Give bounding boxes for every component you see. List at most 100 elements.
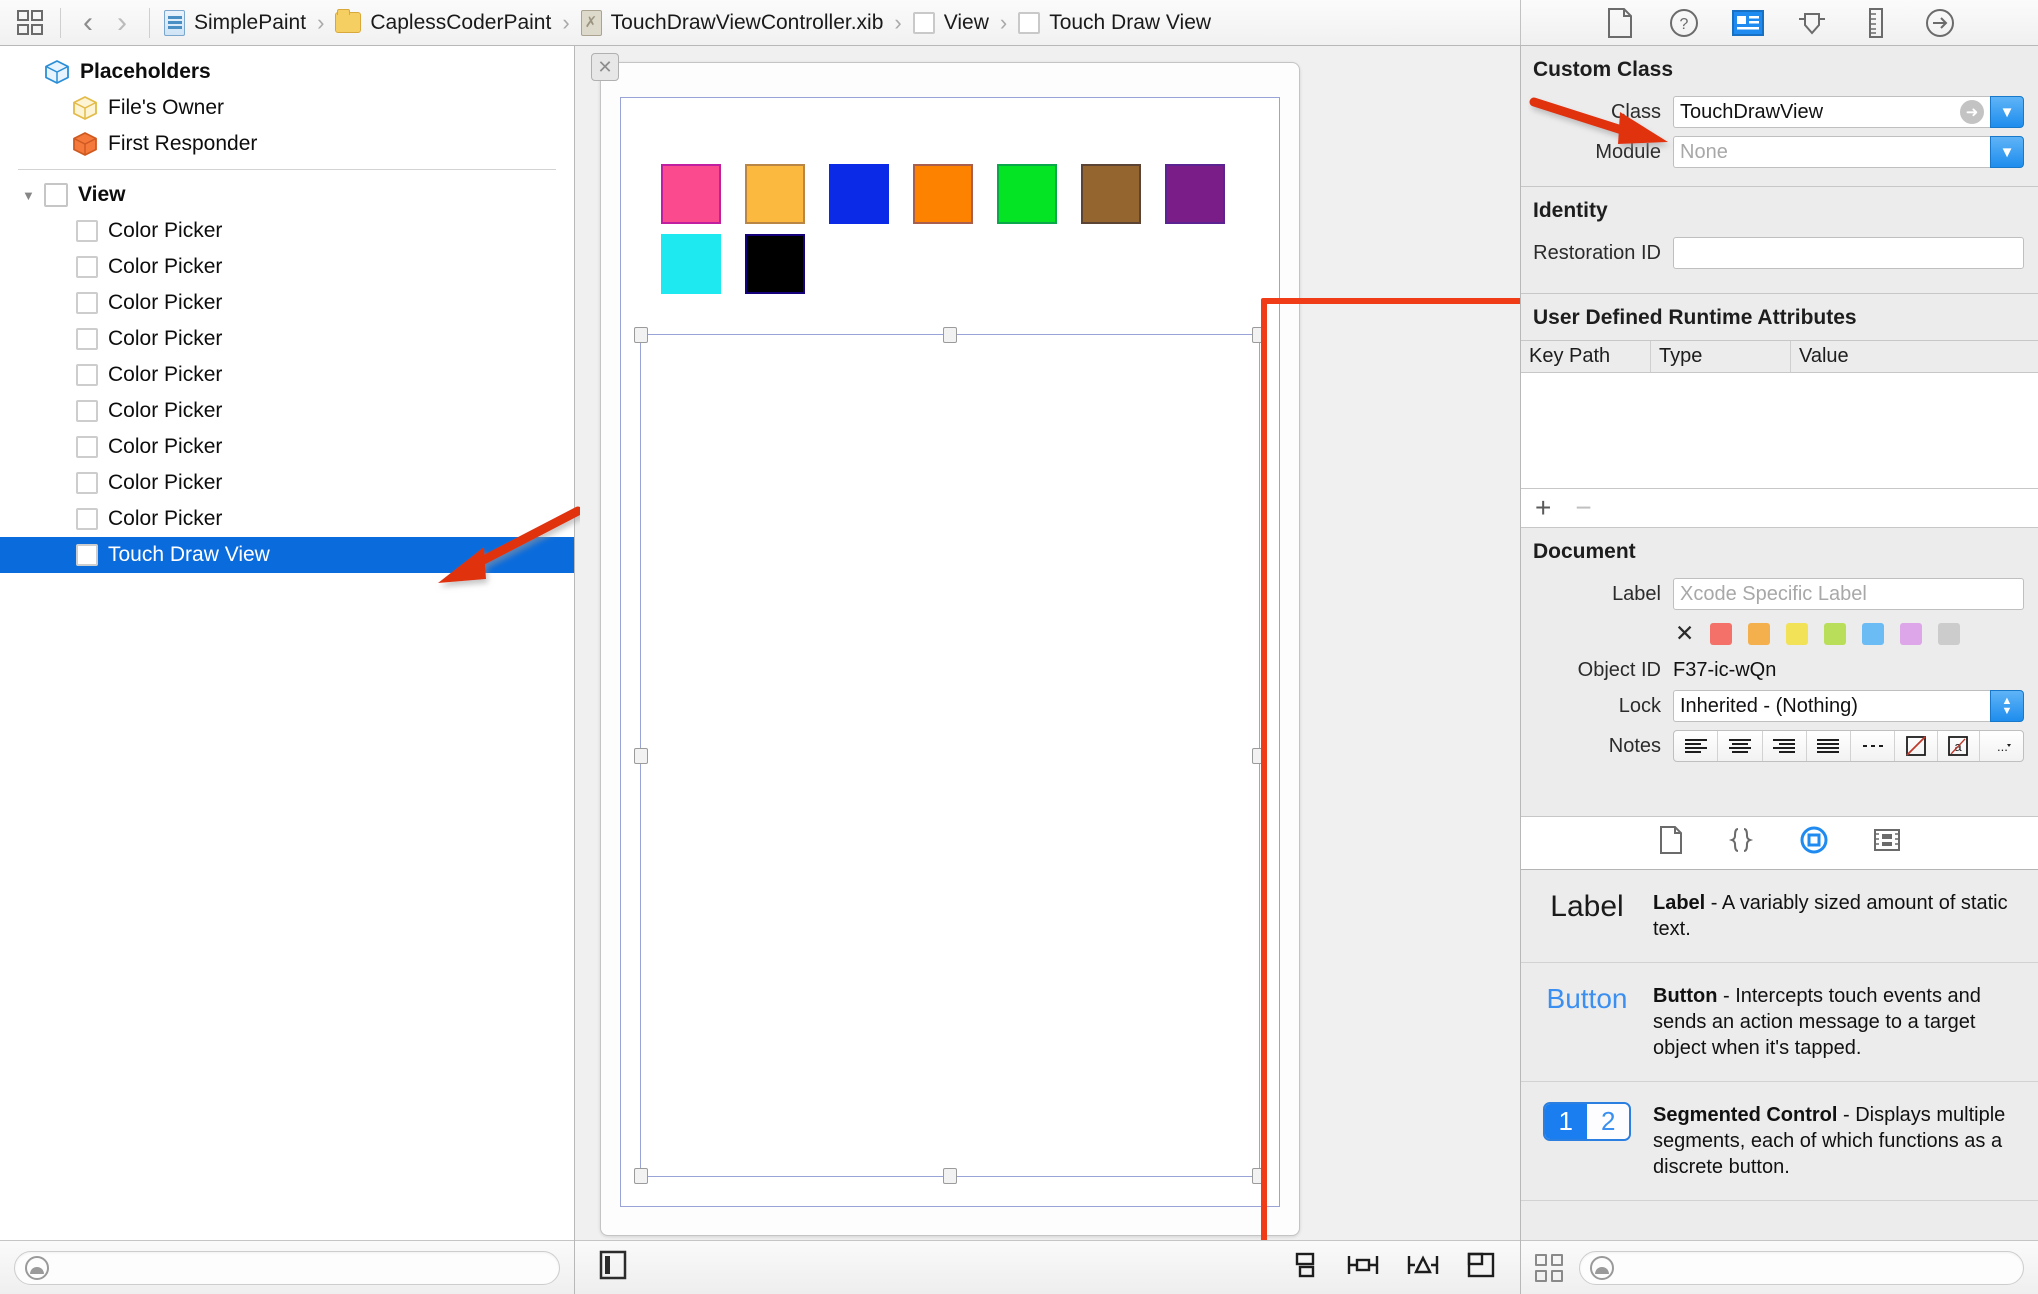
no-color-icon[interactable]	[1895, 731, 1938, 761]
outline-row-color-picker[interactable]: ▼ Color Picker	[0, 321, 574, 357]
resize-handle-middle-left[interactable]	[634, 747, 648, 764]
restoration-id-input[interactable]	[1673, 237, 2024, 269]
outline-row-color-picker[interactable]: ▼ Color Picker	[0, 249, 574, 285]
file-template-library-tab[interactable]	[1659, 826, 1683, 859]
document-color-swatch-1[interactable]	[1748, 622, 1771, 645]
object-library-list[interactable]: Label Label - A variably sized amount of …	[1521, 869, 2038, 1240]
root-view[interactable]	[620, 97, 1280, 1207]
library-filter-field[interactable]	[1579, 1250, 2024, 1285]
pin-icon[interactable]	[1346, 1250, 1380, 1285]
outline-row-color-picker[interactable]: ▼ Color Picker	[0, 357, 574, 393]
align-right-icon[interactable]	[1763, 731, 1807, 761]
breadcrumb-item-view[interactable]: View	[909, 11, 993, 35]
library-grid-icon[interactable]	[1535, 1253, 1563, 1282]
align-center-icon[interactable]	[1718, 731, 1763, 761]
brown-swatch[interactable]	[1081, 164, 1141, 224]
close-icon[interactable]: ✕	[591, 53, 619, 81]
resize-handle-middle-right[interactable]	[1252, 747, 1266, 764]
disclosure-triangle-icon[interactable]: ▼	[22, 188, 44, 203]
attributes-inspector-icon[interactable]	[1795, 8, 1829, 38]
resize-handle-bottom-left[interactable]	[634, 1168, 648, 1184]
document-color-swatch-4[interactable]	[1862, 622, 1885, 645]
cyan-swatch[interactable]	[661, 234, 721, 294]
file-inspector-icon[interactable]	[1603, 7, 1637, 38]
library-filter-input[interactable]	[1622, 1257, 2013, 1278]
outline-row-placeholders[interactable]: ▼ Placeholders	[0, 54, 574, 90]
resolve-issues-icon[interactable]	[1406, 1250, 1440, 1285]
align-icon[interactable]	[1290, 1250, 1320, 1285]
module-input[interactable]: None	[1673, 136, 1990, 168]
outline-tree[interactable]: ▼ Placeholders ▼ File's Owner ▼	[0, 46, 574, 1240]
resize-handle-top-right[interactable]	[1252, 327, 1266, 343]
lock-combo[interactable]: Inherited - (Nothing) ▲ ▼	[1673, 690, 2024, 722]
align-left-icon[interactable]	[1674, 731, 1719, 761]
class-combo[interactable]: TouchDrawView ➜ ▼	[1673, 96, 2024, 128]
outline-row-touch-draw-view[interactable]: ▼ Touch Draw View	[0, 537, 574, 573]
outline-filter-field[interactable]	[14, 1250, 560, 1285]
resize-handle-top-left[interactable]	[634, 327, 648, 343]
dashes-icon[interactable]	[1851, 731, 1896, 761]
code-snippet-library-tab[interactable]	[1727, 826, 1755, 859]
library-item[interactable]: 1 2 Segmented Control - Displays multiple …	[1521, 1082, 2038, 1201]
blue-swatch[interactable]	[829, 164, 889, 224]
outline-row-color-picker[interactable]: ▼ Color Picker	[0, 213, 574, 249]
more-icon[interactable]: ...	[1980, 731, 2023, 761]
resize-handle-bottom-right[interactable]	[1252, 1168, 1266, 1184]
identity-inspector-icon[interactable]	[1731, 8, 1765, 38]
document-color-swatch-3[interactable]	[1824, 622, 1847, 645]
darkorange-swatch[interactable]	[913, 164, 973, 224]
outline-row-first-responder[interactable]: ▼ First Responder	[0, 126, 574, 162]
document-color-swatch-5[interactable]	[1900, 622, 1923, 645]
grid-icon[interactable]	[10, 9, 50, 37]
touch-draw-view[interactable]	[634, 327, 1266, 1184]
runtime-attributes-table[interactable]	[1521, 373, 2038, 488]
size-inspector-icon[interactable]	[1859, 7, 1893, 38]
device-frame[interactable]: ✕	[591, 53, 1300, 1236]
connections-inspector-icon[interactable]	[1923, 8, 1957, 38]
breadcrumb-item-group[interactable]: CaplessCoderPaint	[331, 9, 555, 35]
clear-color-button[interactable]: ✕	[1675, 622, 1694, 645]
module-combo[interactable]: None ▼	[1673, 136, 2024, 168]
outline-row-color-picker[interactable]: ▼ Color Picker	[0, 501, 574, 537]
module-dropdown-arrow-icon[interactable]: ▼	[1990, 136, 2024, 168]
text-color-icon[interactable]: a	[1938, 731, 1980, 761]
document-color-swatch-2[interactable]	[1786, 622, 1809, 645]
object-library-tab[interactable]	[1799, 825, 1829, 860]
resize-handle-bottom-center[interactable]	[943, 1168, 957, 1184]
document-label-input[interactable]: Xcode Specific Label	[1673, 578, 2024, 610]
lock-value[interactable]: Inherited - (Nothing)	[1673, 690, 1990, 722]
resizing-behavior-icon[interactable]	[1466, 1250, 1496, 1285]
add-attribute-button[interactable]: +	[1535, 494, 1551, 522]
breadcrumb-item-project[interactable]: SimplePaint	[160, 9, 310, 36]
remove-attribute-button[interactable]: −	[1575, 494, 1591, 522]
orange-swatch[interactable]	[745, 164, 805, 224]
outline-row-files-owner[interactable]: ▼ File's Owner	[0, 90, 574, 126]
interface-builder-canvas[interactable]: ✕	[575, 46, 1520, 1240]
black-swatch[interactable]	[745, 234, 805, 294]
green-swatch[interactable]	[997, 164, 1057, 224]
pink-swatch[interactable]	[661, 164, 721, 224]
class-dropdown-arrow-icon[interactable]: ▼	[1990, 96, 2024, 128]
forward-button[interactable]: ›	[105, 7, 139, 38]
show-document-outline-icon[interactable]	[599, 1250, 627, 1285]
purple-swatch[interactable]	[1165, 164, 1225, 224]
library-item[interactable]: Label Label - A variably sized amount of …	[1521, 870, 2038, 963]
outline-row-color-picker[interactable]: ▼ Color Picker	[0, 285, 574, 321]
document-color-swatch-0[interactable]	[1710, 622, 1733, 645]
library-item[interactable]: Button Button - Intercepts touch events a…	[1521, 963, 2038, 1082]
back-button[interactable]: ‹	[71, 7, 105, 38]
class-input[interactable]: TouchDrawView ➜	[1673, 96, 1990, 128]
jump-to-definition-icon[interactable]: ➜	[1960, 100, 1984, 124]
outline-row-color-picker[interactable]: ▼ Color Picker	[0, 393, 574, 429]
quick-help-inspector-icon[interactable]: ?	[1667, 8, 1701, 38]
media-library-tab[interactable]	[1873, 828, 1901, 857]
align-justify-icon[interactable]	[1807, 731, 1851, 761]
breadcrumb-item-touch-draw-view[interactable]: Touch Draw View	[1014, 11, 1215, 35]
outline-row-view[interactable]: ▼ View	[0, 177, 574, 213]
outline-filter-input[interactable]	[57, 1257, 549, 1278]
document-color-swatch-6[interactable]	[1938, 622, 1961, 645]
outline-row-color-picker[interactable]: ▼ Color Picker	[0, 429, 574, 465]
outline-row-color-picker[interactable]: ▼ Color Picker	[0, 465, 574, 501]
lock-stepper-icon[interactable]: ▲ ▼	[1990, 690, 2024, 722]
breadcrumb-item-file[interactable]: TouchDrawViewController.xib	[577, 9, 888, 36]
